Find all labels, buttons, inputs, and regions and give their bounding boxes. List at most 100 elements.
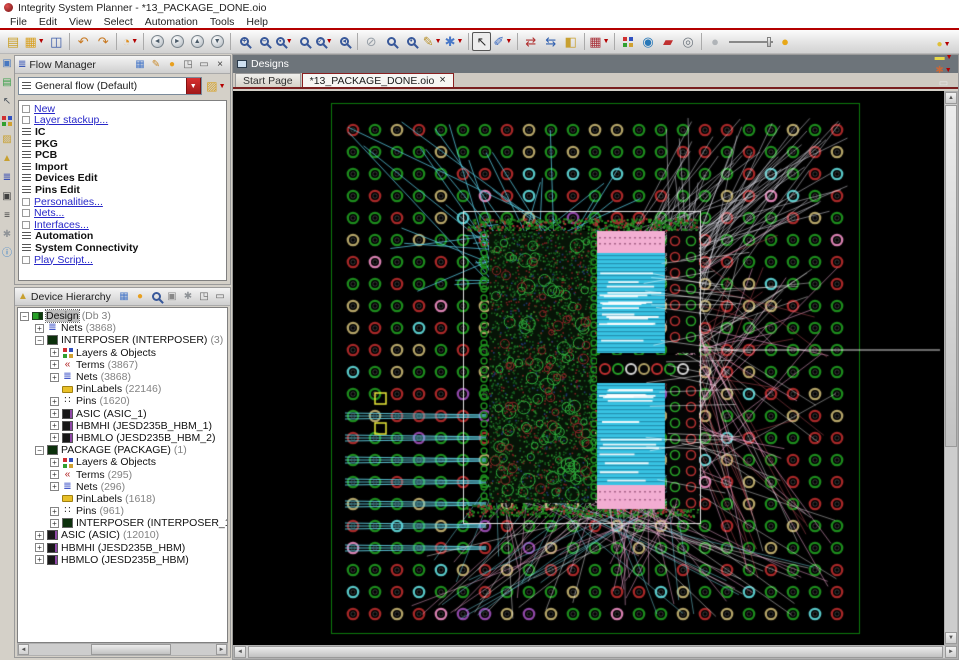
expand-icon[interactable]: +: [50, 470, 59, 480]
expand-icon[interactable]: +: [35, 543, 44, 553]
flow-step-label[interactable]: Layer stackup...: [34, 114, 108, 126]
panel-grid-icon[interactable]: ▦: [134, 58, 147, 71]
snowflake-settings-icon[interactable]: ✱ ▼: [444, 32, 465, 51]
zoom-area-icon[interactable]: ▪ ▼: [275, 32, 294, 51]
select-cursor-icon[interactable]: ↖: [472, 32, 492, 51]
flow-step-system-connectivity[interactable]: System Connectivity: [21, 242, 226, 254]
tree-item-label[interactable]: Nets: [76, 481, 98, 493]
tree-item-label[interactable]: HBMHI (JESD235B_HBM): [61, 542, 185, 554]
tree-item-design[interactable]: − Design (Db 3): [20, 309, 227, 324]
history-clock-icon[interactable]: ◔ ▼: [121, 32, 140, 51]
search-design-icon[interactable]: [382, 32, 401, 51]
ball-icon[interactable]: ●: [166, 58, 179, 71]
palette-icon[interactable]: ● ▼: [934, 38, 954, 51]
expand-icon[interactable]: +: [50, 348, 59, 358]
expand-icon[interactable]: +: [50, 360, 59, 370]
tree-item-package-package[interactable]: − PACKAGE (PACKAGE) (1): [20, 444, 227, 456]
flow-step-label[interactable]: New: [34, 103, 55, 115]
flow-step-label[interactable]: Play Script...: [34, 254, 93, 266]
zoom-selected-dropdown-icon[interactable]: ▼: [326, 38, 333, 45]
expand-icon[interactable]: +: [50, 482, 59, 492]
tree-item-interposer-interposer[interactable]: − INTERPOSER (INTERPOSER) (3): [20, 334, 227, 346]
flag-red-icon[interactable]: ▰: [659, 32, 678, 51]
zoom-fit-icon[interactable]: [295, 32, 314, 51]
close-tab-icon[interactable]: ×: [439, 75, 445, 86]
open-file-dropdown-icon[interactable]: ▼: [38, 38, 45, 45]
tree-item-label[interactable]: Nets: [61, 322, 83, 334]
palette-grid-icon[interactable]: [1, 115, 13, 127]
gear-icon[interactable]: ✱: [182, 290, 195, 303]
gear-icon[interactable]: ✱: [1, 229, 13, 241]
tree-item-hbmlo-jesd235b-hbm[interactable]: + HBMLO (JESD235B_HBM): [20, 554, 227, 566]
tree-item-label[interactable]: Design: [45, 309, 80, 324]
tree-item-label[interactable]: ASIC (ASIC_1): [76, 408, 147, 420]
tree-item-hbmlo-jesd235b-hbm-2[interactable]: + HBMLO (JESD235B_HBM_2): [20, 432, 227, 444]
scroll-up-icon[interactable]: ▲: [945, 92, 957, 104]
zoom-selected-icon[interactable]: ✓ ▼: [315, 32, 334, 51]
ball-icon[interactable]: ●: [134, 290, 147, 303]
edit-pointer-icon[interactable]: ✐ ▼: [492, 32, 513, 51]
scroll-thumb[interactable]: [945, 105, 957, 448]
minimize-icon[interactable]: ▭: [934, 77, 954, 90]
tree-item-label[interactable]: Pins: [76, 505, 96, 517]
expand-icon[interactable]: +: [50, 433, 59, 443]
move-component-icon[interactable]: ◧: [561, 32, 580, 51]
tree-item-interposer-interposer-1[interactable]: + INTERPOSER (INTERPOSER_1): [20, 517, 227, 529]
tree-item-label[interactable]: HBMHI (JESD235B_HBM_1): [76, 420, 212, 432]
pan-up-icon[interactable]: ▲: [188, 32, 207, 51]
menu-item-tools[interactable]: Tools: [204, 16, 241, 28]
tab-start-page[interactable]: Start Page: [235, 73, 301, 87]
detach-icon[interactable]: ◳: [182, 58, 195, 71]
scroll-thumb[interactable]: [91, 644, 171, 655]
zoom-in-icon[interactable]: +: [235, 32, 254, 51]
tree-item-label[interactable]: INTERPOSER (INTERPOSER): [61, 334, 207, 346]
flow-step-personalities[interactable]: Personalities...: [21, 196, 226, 208]
maximize-icon[interactable]: ▭: [214, 290, 227, 303]
tree-item-label[interactable]: INTERPOSER (INTERPOSER_1): [76, 517, 227, 529]
tree-item-hbmhi-jesd235b-hbm-1[interactable]: + HBMHI (JESD235B_HBM_1): [20, 420, 227, 432]
edit-pointer-dropdown-icon[interactable]: ▼: [505, 38, 512, 45]
expand-icon[interactable]: +: [35, 530, 44, 540]
tree-item-label[interactable]: PACKAGE (PACKAGE): [61, 444, 171, 456]
nets-icon[interactable]: ≣: [1, 172, 13, 184]
detach-icon[interactable]: ◳: [198, 290, 211, 303]
palette-dropdown-icon[interactable]: ▼: [944, 41, 951, 48]
new-file-icon[interactable]: ▤: [4, 32, 23, 51]
tree-item-label[interactable]: Nets: [76, 371, 98, 383]
tree-item-nets[interactable]: + ≣ Nets (3868): [20, 371, 227, 383]
zoom-out-icon[interactable]: –: [255, 32, 274, 51]
tree-item-asic-asic[interactable]: + ASIC (ASIC) (12010): [20, 529, 227, 541]
markup-brush-dropdown-icon[interactable]: ▼: [435, 38, 442, 45]
scroll-right-icon[interactable]: ►: [216, 644, 227, 655]
expand-icon[interactable]: +: [50, 421, 59, 431]
expand-icon[interactable]: +: [50, 457, 59, 467]
tree-item-nets[interactable]: + ≣ Nets (296): [20, 481, 227, 493]
layer-globe-icon[interactable]: ◉: [639, 32, 658, 51]
design-hscrollbar[interactable]: ◄ ►: [233, 645, 958, 659]
flow-step-new[interactable]: New: [21, 103, 226, 115]
close-icon[interactable]: ×: [214, 58, 227, 71]
pencil-icon[interactable]: ✎: [150, 58, 163, 71]
flow-step-devices-edit[interactable]: Devices Edit: [21, 172, 226, 184]
hierarchy-icon[interactable]: ▲: [1, 153, 13, 165]
scroll-right-icon[interactable]: ►: [945, 646, 957, 658]
color-squares-icon[interactable]: [619, 32, 638, 51]
tree-item-terms[interactable]: + « Terms (3867): [20, 359, 227, 371]
flow-step-automation[interactable]: Automation: [21, 230, 226, 242]
dim-dot-icon[interactable]: ●: [706, 32, 725, 51]
history-clock-dropdown-icon[interactable]: ▼: [131, 38, 138, 45]
info-icon[interactable]: ⓘ: [1, 248, 13, 260]
swap-flip-icon[interactable]: ⇄: [521, 32, 540, 51]
flow-step-layer-stackup[interactable]: Layer stackup...: [21, 114, 226, 126]
note-icon[interactable]: ▬ ▼: [934, 51, 954, 64]
expand-icon[interactable]: +: [35, 323, 44, 333]
zoom-previous-icon[interactable]: ◂: [335, 32, 354, 51]
check-design-icon[interactable]: •: [402, 32, 421, 51]
markup-brush-icon[interactable]: ✎ ▼: [422, 32, 443, 51]
tree-item-layers-objects[interactable]: + Layers & Objects: [20, 347, 227, 359]
highlight-ball-icon[interactable]: ●: [776, 32, 795, 51]
tree-item-label[interactable]: Terms: [76, 469, 105, 481]
expand-icon[interactable]: +: [50, 506, 59, 516]
expand-icon[interactable]: +: [50, 372, 59, 382]
menu-item-automation[interactable]: Automation: [139, 16, 204, 28]
